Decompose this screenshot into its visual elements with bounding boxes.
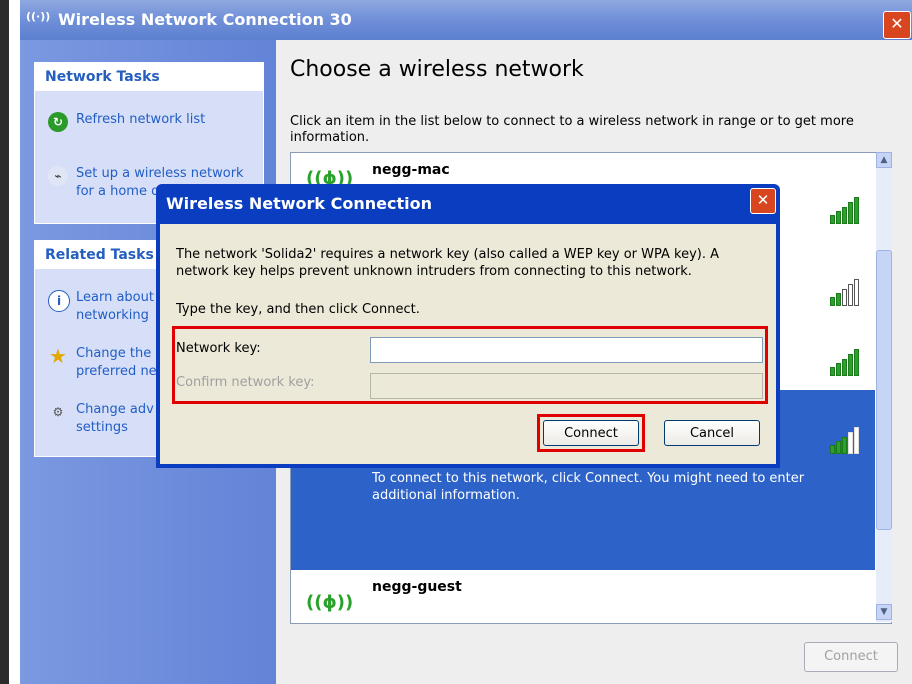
scroll-thumb[interactable] [876, 250, 892, 530]
star-icon: ★ [49, 344, 67, 368]
change-preferred-networks-link-line2[interactable]: preferred ne [76, 364, 157, 379]
dialog-title: Wireless Network Connection [166, 194, 432, 213]
network-tasks-header: Network Tasks [35, 63, 263, 91]
signal-strength-icon [830, 427, 859, 454]
window-close-button[interactable]: ✕ [883, 11, 911, 39]
change-advanced-settings-link-line2[interactable]: settings [76, 420, 128, 435]
selected-network-help: To connect to this network, click Connec… [372, 471, 805, 503]
highlight-box [172, 326, 768, 404]
setup-wireless-network-link[interactable]: Set up a wireless network [76, 166, 244, 181]
settings-icon: ⚙ [52, 405, 64, 419]
refresh-network-list-link[interactable]: Refresh network list [76, 112, 205, 127]
change-advanced-settings-link[interactable]: Change adv [76, 402, 154, 417]
setup-wireless-network-link-line2[interactable]: for a home o [76, 184, 159, 199]
info-icon: i [48, 290, 70, 312]
screen-edge [0, 0, 9, 684]
network-name[interactable]: negg-mac [372, 162, 450, 178]
network-name[interactable]: negg-guest [372, 579, 462, 595]
signal-strength-icon [830, 197, 859, 224]
scroll-up-button[interactable]: ▲ [876, 152, 892, 168]
page-heading: Choose a wireless network [290, 57, 584, 82]
cancel-button[interactable]: Cancel [664, 420, 760, 446]
learn-about-networking-link[interactable]: Learn about [76, 290, 154, 305]
dialog-close-button[interactable]: ✕ [750, 188, 776, 214]
scroll-down-button[interactable]: ▼ [876, 604, 892, 620]
antenna-icon: ((ɸ)) [306, 592, 354, 613]
dialog-message: The network 'Solida2' requires a network… [176, 247, 720, 279]
connect-button-disabled[interactable]: Connect [804, 642, 898, 672]
setup-wizard-icon: ⌁ [48, 166, 68, 186]
change-preferred-networks-link[interactable]: Change the [76, 346, 151, 361]
instructions-text: Click an item in the list below to conne… [290, 114, 854, 145]
dialog-instruction: Type the key, and then click Connect. [176, 302, 420, 317]
window-title: Wireless Network Connection 30 [58, 10, 352, 29]
signal-strength-icon [830, 279, 859, 306]
learn-about-networking-link-line2[interactable]: networking [76, 308, 149, 323]
signal-strength-icon [830, 349, 859, 376]
highlight-box [537, 414, 645, 452]
refresh-icon: ↻ [48, 112, 68, 132]
wireless-icon: ((·)) [26, 10, 51, 23]
